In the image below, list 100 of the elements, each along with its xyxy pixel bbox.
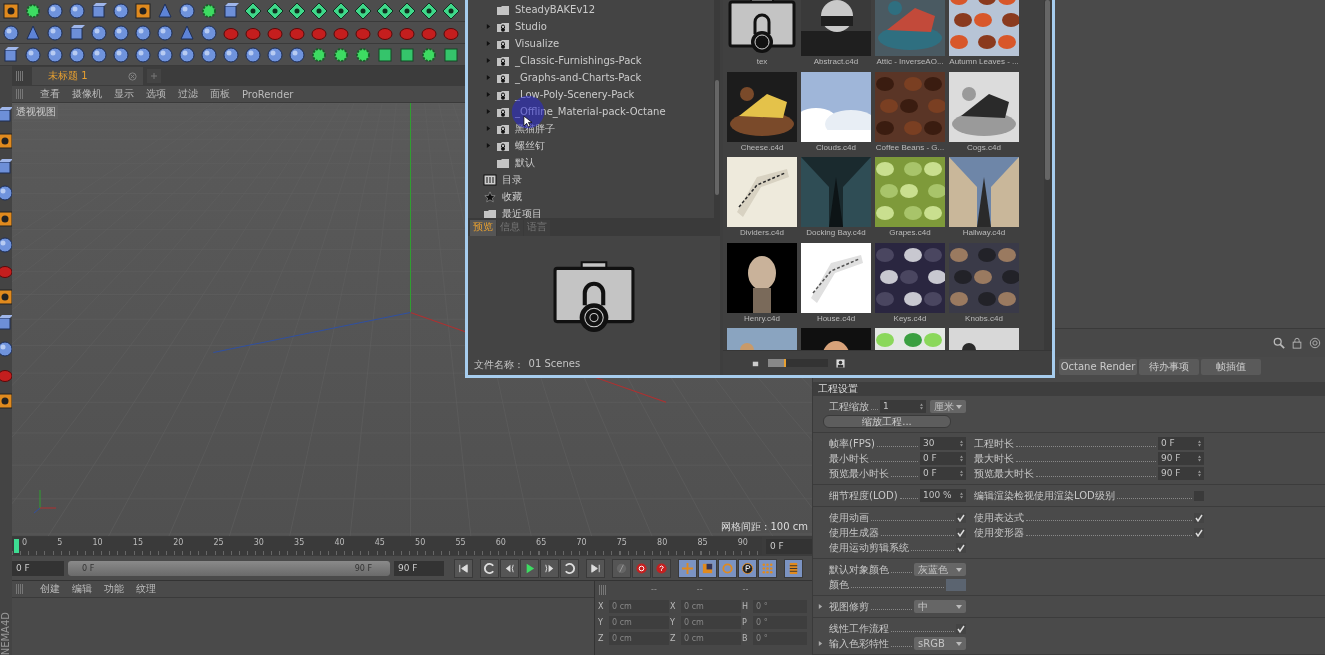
sphere-icon[interactable] xyxy=(134,45,152,64)
cube-icon[interactable] xyxy=(0,106,12,124)
tree-item[interactable]: _Offline_Material-pack-Octane xyxy=(468,103,714,120)
menu-item[interactable]: 摄像机 xyxy=(72,87,102,101)
help-button[interactable] xyxy=(652,558,671,578)
spinner-icon[interactable] xyxy=(1198,440,1201,447)
sphere-icon[interactable] xyxy=(266,45,284,64)
cube-icon[interactable] xyxy=(376,45,394,64)
diamond-icon[interactable] xyxy=(244,1,262,20)
sphere-icon[interactable] xyxy=(68,45,86,64)
file-name[interactable]: Clouds.c4d xyxy=(816,142,856,152)
spinner-icon[interactable] xyxy=(1198,470,1201,477)
play-button[interactable] xyxy=(520,558,539,578)
start-frame-field[interactable]: 0 F xyxy=(12,560,64,576)
gear-icon[interactable] xyxy=(354,45,372,64)
range-slider[interactable]: 0 F 90 F xyxy=(68,560,390,576)
checkbox[interactable] xyxy=(956,527,966,538)
box-icon[interactable] xyxy=(134,1,152,20)
grip-handle[interactable] xyxy=(16,584,24,594)
record-button[interactable] xyxy=(632,558,651,578)
number-field[interactable]: 90 F xyxy=(1158,467,1204,480)
move-button[interactable] xyxy=(678,558,697,578)
cube-icon[interactable] xyxy=(222,1,240,20)
rotate-button[interactable] xyxy=(718,558,737,578)
number-field[interactable]: 0 F xyxy=(1158,437,1204,450)
next-key-button[interactable] xyxy=(560,558,579,578)
checkbox[interactable] xyxy=(1194,512,1204,523)
diamond-icon[interactable] xyxy=(288,1,306,20)
large-thumbnail-icon[interactable] xyxy=(836,358,845,368)
dropdown[interactable]: sRGB xyxy=(914,637,966,650)
checkbox[interactable] xyxy=(956,623,966,634)
sphere-icon[interactable] xyxy=(90,45,108,64)
menu-item[interactable]: 查看 xyxy=(40,87,60,101)
file-name[interactable]: Knobs.c4d xyxy=(965,313,1003,323)
file-name[interactable]: Docking Bay.c4d xyxy=(806,228,866,237)
file-name[interactable]: Henry.c4d xyxy=(744,313,780,323)
sphere-icon[interactable] xyxy=(156,23,174,42)
spinner-icon[interactable] xyxy=(960,470,963,477)
sphere-icon[interactable] xyxy=(178,1,196,20)
previous-key-button[interactable] xyxy=(480,558,499,578)
first-frame-button[interactable] xyxy=(454,558,473,578)
cube-icon[interactable] xyxy=(442,45,460,64)
triangle-icon[interactable] xyxy=(156,1,174,20)
dots-button[interactable] xyxy=(758,558,777,578)
document-tab[interactable]: 未标题 1 xyxy=(32,67,143,85)
dropdown[interactable]: 中 xyxy=(914,600,966,613)
sphere-icon[interactable] xyxy=(46,23,64,42)
number-field[interactable]: 0 F xyxy=(920,467,966,480)
cube-icon[interactable] xyxy=(68,23,86,42)
number-field[interactable]: 100 % xyxy=(920,489,966,502)
tree-item[interactable]: Studio xyxy=(468,18,714,35)
menu-item[interactable]: 纹理 xyxy=(136,582,156,596)
parameter-button[interactable] xyxy=(738,558,757,578)
sphere-icon[interactable] xyxy=(134,23,152,42)
number-field[interactable]: 30 xyxy=(920,437,966,450)
tree-item[interactable]: Visualize xyxy=(468,35,714,52)
spinner-icon[interactable] xyxy=(920,403,923,410)
sphere-icon[interactable] xyxy=(24,45,42,64)
box-icon[interactable] xyxy=(0,392,12,410)
file-name[interactable]: Coffee Beans - G... xyxy=(875,142,945,152)
panel-tab[interactable]: Octane Render xyxy=(1059,359,1137,375)
sphere-icon[interactable] xyxy=(222,45,240,64)
menu-item[interactable]: 过滤 xyxy=(178,87,198,101)
gear-icon[interactable] xyxy=(24,1,42,20)
number-field[interactable]: 90 F xyxy=(1158,452,1204,465)
file-name[interactable]: Cheese.c4d xyxy=(740,142,784,152)
sphere-icon[interactable] xyxy=(156,45,174,64)
tree-item[interactable]: 收藏 xyxy=(468,188,714,205)
sphere-icon[interactable] xyxy=(200,45,218,64)
cube-icon[interactable] xyxy=(398,45,416,64)
number-field[interactable]: 0 F xyxy=(920,452,966,465)
sphere-icon[interactable] xyxy=(68,1,86,20)
gear-icon[interactable] xyxy=(200,1,218,20)
menu-item[interactable]: ProRender xyxy=(242,88,294,100)
menu-item[interactable]: 编辑 xyxy=(72,582,92,596)
menu-item[interactable]: 选项 xyxy=(146,87,166,101)
checkbox[interactable] xyxy=(956,512,966,523)
scale-button[interactable] xyxy=(698,558,717,578)
sphere-icon[interactable] xyxy=(46,1,64,20)
cube-icon[interactable] xyxy=(2,45,20,64)
size-slider[interactable] xyxy=(768,359,828,367)
panel-tab[interactable]: 待办事项 xyxy=(1139,359,1199,375)
expand-arrow-icon[interactable] xyxy=(818,641,823,646)
sphere-icon[interactable] xyxy=(46,45,64,64)
gear-icon[interactable] xyxy=(332,45,350,64)
search-icon[interactable] xyxy=(1273,337,1285,349)
gear-icon[interactable] xyxy=(420,45,438,64)
next-frame-button[interactable] xyxy=(540,558,559,578)
tree-item[interactable]: 最近项目 xyxy=(468,205,714,218)
box-icon[interactable] xyxy=(0,288,12,306)
file-name[interactable]: Keys.c4d xyxy=(893,313,927,323)
tree-item[interactable]: 螺丝钉 xyxy=(468,137,714,154)
file-name[interactable]: House.c4d xyxy=(816,313,856,323)
sphere-icon[interactable] xyxy=(112,45,130,64)
diamond-icon[interactable] xyxy=(376,1,394,20)
diamond-icon[interactable] xyxy=(354,1,372,20)
expand-arrow-icon[interactable] xyxy=(818,604,823,609)
file-name[interactable]: Grapes.c4d xyxy=(889,228,931,237)
triangle-icon[interactable] xyxy=(24,23,42,42)
triangle-icon[interactable] xyxy=(178,23,196,42)
